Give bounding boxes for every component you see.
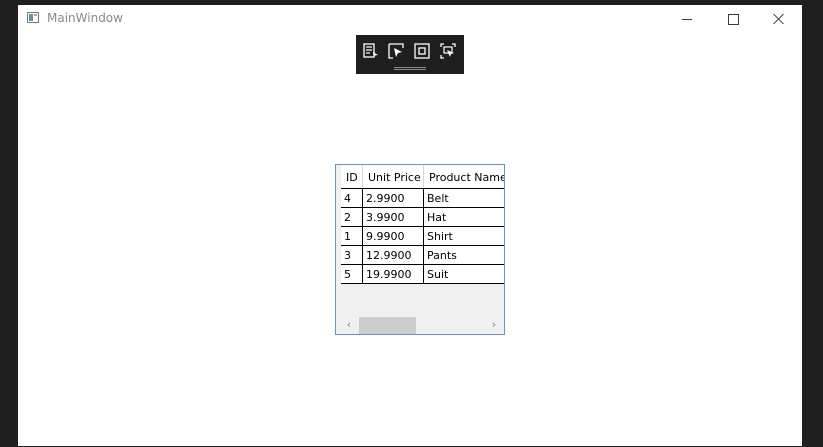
scroll-right-icon[interactable]: › bbox=[490, 319, 498, 330]
column-header-product-name[interactable]: Product Name bbox=[424, 165, 504, 188]
visual-tree-button[interactable] bbox=[362, 42, 380, 60]
close-button[interactable] bbox=[756, 5, 802, 33]
maximize-button[interactable] bbox=[710, 5, 756, 33]
scrollbar-thumb[interactable] bbox=[359, 317, 416, 334]
table-row[interactable]: 2 3.9900 Hat bbox=[341, 207, 504, 226]
close-icon bbox=[773, 13, 785, 25]
app-window-icon bbox=[27, 12, 39, 23]
maximize-icon bbox=[727, 13, 739, 25]
cell-product-name[interactable]: Suit bbox=[424, 265, 504, 283]
track-focus-button[interactable] bbox=[439, 42, 457, 60]
cell-id[interactable]: 2 bbox=[341, 208, 363, 226]
scroll-left-icon[interactable]: ‹ bbox=[345, 319, 353, 330]
product-datagrid[interactable]: ID Unit Price Product Name 4 2.9900 Belt… bbox=[335, 164, 505, 335]
column-header-unit-price[interactable]: Unit Price bbox=[363, 165, 424, 188]
table-row[interactable]: 5 19.9900 Suit bbox=[341, 264, 504, 283]
table-row[interactable]: 1 9.9900 Shirt bbox=[341, 226, 504, 245]
xaml-debug-toolbar bbox=[356, 35, 464, 74]
cell-unit-price[interactable]: 12.9900 bbox=[363, 246, 424, 264]
title-bar[interactable]: MainWindow bbox=[18, 5, 802, 33]
cell-id[interactable]: 5 bbox=[341, 265, 363, 283]
column-header-id[interactable]: ID bbox=[341, 165, 363, 188]
toolbar-grip[interactable] bbox=[394, 67, 426, 70]
minimize-button[interactable] bbox=[664, 5, 710, 33]
table-row[interactable]: 3 12.9900 Pants bbox=[341, 245, 504, 264]
display-layout-adorners-icon bbox=[414, 43, 430, 59]
window-title: MainWindow bbox=[47, 11, 123, 25]
cell-id[interactable]: 1 bbox=[341, 227, 363, 245]
row-bottom-border bbox=[341, 283, 504, 284]
cell-product-name[interactable]: Pants bbox=[424, 246, 504, 264]
cell-id[interactable]: 4 bbox=[341, 189, 363, 207]
main-window: MainWindow ID Unit Price Product Name 4 … bbox=[18, 5, 802, 446]
cell-product-name[interactable]: Shirt bbox=[424, 227, 504, 245]
select-element-icon bbox=[388, 43, 404, 59]
select-element-button[interactable] bbox=[387, 42, 405, 60]
minimize-icon bbox=[682, 18, 692, 20]
cell-unit-price[interactable]: 9.9900 bbox=[363, 227, 424, 245]
cell-product-name[interactable]: Hat bbox=[424, 208, 504, 226]
cell-unit-price[interactable]: 3.9900 bbox=[363, 208, 424, 226]
table-row[interactable]: 4 2.9900 Belt bbox=[341, 188, 504, 207]
cell-product-name[interactable]: Belt bbox=[424, 189, 504, 207]
cell-unit-price[interactable]: 2.9900 bbox=[363, 189, 424, 207]
track-focused-element-icon bbox=[440, 43, 456, 59]
horizontal-scrollbar[interactable]: ‹ › bbox=[336, 315, 504, 334]
cell-id[interactable]: 3 bbox=[341, 246, 363, 264]
visual-tree-icon bbox=[363, 43, 378, 58]
layout-adorners-button[interactable] bbox=[413, 42, 431, 60]
cell-unit-price[interactable]: 19.9900 bbox=[363, 265, 424, 283]
